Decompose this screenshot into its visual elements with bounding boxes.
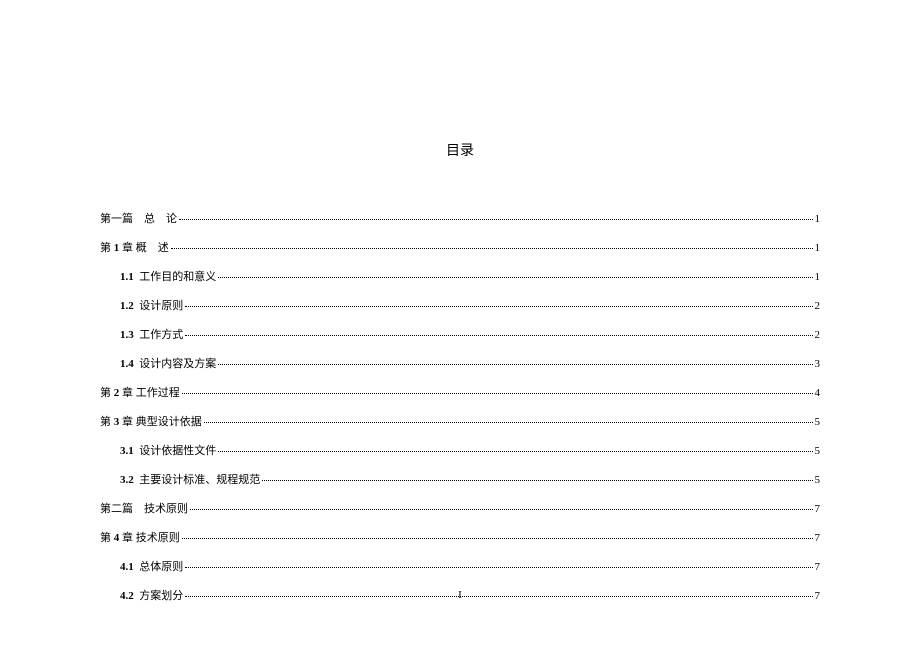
page-footer-number: I: [458, 589, 462, 601]
toc-entry: 4.1 总体原则 7: [100, 558, 820, 574]
toc-entry-page: 1: [815, 271, 821, 283]
toc-entry: 第 4 章 技术原则 7: [100, 529, 820, 545]
toc-entry-label: 第二篇 技术原则: [100, 500, 188, 516]
toc-entry: 3.2 主要设计标准、规程规范 5: [100, 471, 820, 487]
toc-entry-label: 第 4 章 技术原则: [100, 529, 180, 545]
toc-entry: 第 2 章 工作过程 4: [100, 384, 820, 400]
toc-leader-dots: [218, 277, 812, 278]
toc-entry-page: 5: [815, 416, 821, 428]
toc-leader-dots: [185, 596, 812, 597]
toc-entry-label: 1.3 工作方式: [120, 326, 183, 342]
toc-entry-page: 1: [815, 242, 821, 254]
toc-leader-dots: [185, 567, 812, 568]
toc-entry-page: 7: [815, 503, 821, 515]
toc-entry-page: 1: [815, 213, 821, 225]
toc-entry: 1.2 设计原则 2: [100, 297, 820, 313]
toc-entry-label: 第 1 章 概 述: [100, 239, 169, 255]
toc-entry-page: 5: [815, 445, 821, 457]
toc-title: 目录: [100, 140, 820, 160]
toc-entry-label: 3.2 主要设计标准、规程规范: [120, 471, 260, 487]
toc-entry: 第二篇 技术原则 7: [100, 500, 820, 516]
toc-leader-dots: [179, 219, 813, 220]
toc-leader-dots: [182, 538, 813, 539]
toc-leader-dots: [171, 248, 813, 249]
toc-entry-label: 第 3 章 典型设计依据: [100, 413, 202, 429]
toc-entry-label: 1.4 设计内容及方案: [120, 355, 216, 371]
toc-leader-dots: [218, 451, 812, 452]
toc-entry-page: 7: [815, 532, 821, 544]
page-container: 目录 第一篇 总 论 1 第 1 章 概 述 1 1.1 工作目的和意义 1 1.2 设计原…: [0, 0, 920, 646]
toc-entry: 1.3 工作方式 2: [100, 326, 820, 342]
toc-leader-dots: [182, 393, 813, 394]
toc-entry-page: 7: [815, 590, 821, 602]
toc-entry-page: 7: [815, 561, 821, 573]
toc-entry: 1.1 工作目的和意义 1: [100, 268, 820, 284]
toc-entry: 第 1 章 概 述 1: [100, 239, 820, 255]
toc-entry-label: 1.2 设计原则: [120, 297, 183, 313]
toc-leader-dots: [185, 306, 812, 307]
toc-entry-page: 4: [815, 387, 821, 399]
toc-entry-label: 第 2 章 工作过程: [100, 384, 180, 400]
toc-leader-dots: [204, 422, 813, 423]
toc-entry-label: 4.1 总体原则: [120, 558, 183, 574]
toc-entry-label: 3.1 设计依据性文件: [120, 442, 216, 458]
toc-list: 第一篇 总 论1第 1 章 概 述11.1 工作目的和意义11.2 设计原则21…: [100, 210, 820, 603]
toc-entry-page: 3: [815, 358, 821, 370]
toc-leader-dots: [218, 364, 812, 365]
toc-entry-page: 2: [815, 329, 821, 341]
toc-entry-page: 2: [815, 300, 821, 312]
toc-leader-dots: [190, 509, 813, 510]
toc-entry-label: 1.1 工作目的和意义: [120, 268, 216, 284]
toc-entry-label: 第一篇 总 论: [100, 210, 177, 226]
toc-entry: 1.4 设计内容及方案 3: [100, 355, 820, 371]
toc-leader-dots: [262, 480, 812, 481]
toc-entry: 第 3 章 典型设计依据 5: [100, 413, 820, 429]
toc-entry-page: 5: [815, 474, 821, 486]
toc-entry: 3.1 设计依据性文件 5: [100, 442, 820, 458]
toc-entry: 第一篇 总 论 1: [100, 210, 820, 226]
toc-entry-label: 4.2 方案划分: [120, 587, 183, 603]
toc-leader-dots: [185, 335, 812, 336]
